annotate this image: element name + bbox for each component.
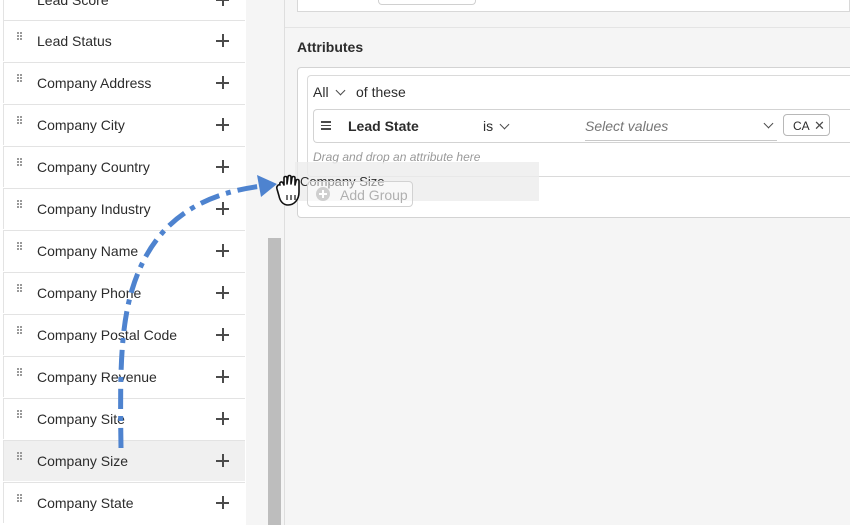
condition-attribute: Lead State [348,118,419,134]
plus-icon[interactable] [216,328,229,341]
attribute-list-panel: Lead Score Lead Status Company Address Com… [0,0,247,525]
section-divider [285,27,850,28]
values-input[interactable] [585,112,777,141]
list-item[interactable]: Company Size [3,440,245,481]
list-item[interactable]: Company Industry [3,188,245,229]
list-item[interactable]: Company City [3,104,245,145]
drag-grip-icon [17,242,22,251]
match-suffix-label: of these [356,84,406,100]
value-tag-label: CA [793,119,810,133]
drag-grip-icon [17,326,22,335]
drag-grip-icon [17,116,22,125]
list-item-label: Company Name [37,243,139,259]
chevron-down-icon [335,85,346,96]
list-item-label: Lead Score [37,0,109,8]
list-item-label: Company Site [37,411,125,427]
plus-icon[interactable] [216,202,229,215]
previous-section-card [297,0,850,12]
drag-grip-icon [17,494,22,503]
list-item-label: Company Phone [37,285,142,301]
list-item-label: Company Postal Code [37,327,178,343]
plus-icon[interactable] [216,118,229,131]
list-item-label: Company State [37,495,134,511]
match-mode-value: All [313,84,329,100]
plus-icon[interactable] [216,0,229,6]
drag-grip-icon [17,158,22,167]
drag-grip-icon [17,368,22,377]
drag-handle-icon[interactable] [321,121,331,130]
match-mode-dropdown[interactable]: All [313,84,346,100]
drag-grip-icon [17,410,22,419]
plus-icon[interactable] [216,454,229,467]
plus-icon[interactable] [216,244,229,257]
list-item-label: Company City [37,117,125,133]
drag-grip-icon [17,452,22,461]
drag-grip-icon [17,32,22,41]
list-item[interactable]: Lead Status [3,20,245,61]
close-icon[interactable]: ✕ [814,118,825,134]
drag-grip-icon [17,284,22,293]
list-item[interactable]: Company Site [3,398,245,439]
list-item[interactable]: Company Revenue [3,356,245,397]
plus-icon[interactable] [216,412,229,425]
list-item[interactable]: Company Name [3,230,245,271]
list-item-label: Company Country [37,159,150,175]
list-item-partial[interactable]: Lead Score [3,0,245,20]
condition-operator-dropdown[interactable]: is [483,118,510,134]
plus-icon[interactable] [216,34,229,47]
chevron-down-icon [499,119,510,130]
plus-icon[interactable] [216,370,229,383]
plus-circle-icon [316,187,330,201]
plus-icon[interactable] [216,76,229,89]
list-item-label: Company Size [37,453,129,469]
attributes-heading: Attributes [297,39,364,55]
plus-icon[interactable] [216,496,229,509]
list-item[interactable]: Company State [3,482,245,523]
list-item-label: Lead Status [37,33,112,49]
operator-value: is [483,118,494,134]
scrollbar-thumb[interactable] [268,238,281,525]
list-item-label: Company Industry [37,201,151,217]
drag-grip-icon [17,74,22,83]
list-item-label: Company Address [37,75,152,91]
previous-section-button[interactable] [378,0,476,5]
plus-icon[interactable] [216,160,229,173]
drag-grip-icon [17,200,22,209]
list-item[interactable]: Company Country [3,146,245,187]
panel-divider [284,0,285,525]
list-item-label: Company Revenue [37,369,157,385]
value-tag: CA ✕ [783,114,830,136]
list-item[interactable]: Company Phone [3,272,245,313]
plus-icon[interactable] [216,286,229,299]
add-group-button[interactable]: Add Group [307,181,413,207]
list-item[interactable]: Company Postal Code [3,314,245,355]
add-group-label: Add Group [340,187,408,203]
list-item[interactable]: Company Address [3,62,245,103]
